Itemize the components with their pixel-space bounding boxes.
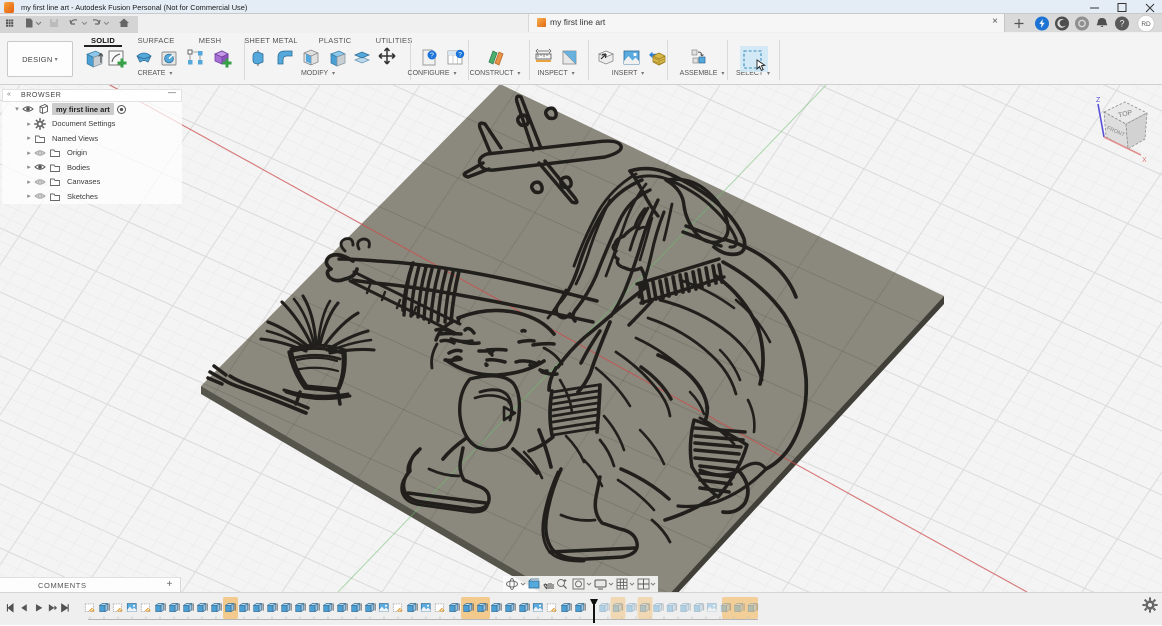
svg-text:?: ? xyxy=(430,53,434,60)
svg-text:Z: Z xyxy=(1096,97,1101,104)
svg-text:RD: RD xyxy=(1141,21,1151,28)
svg-text:X: X xyxy=(1142,157,1147,164)
svg-text:?: ? xyxy=(458,51,462,58)
svg-text:?: ? xyxy=(1119,18,1124,28)
